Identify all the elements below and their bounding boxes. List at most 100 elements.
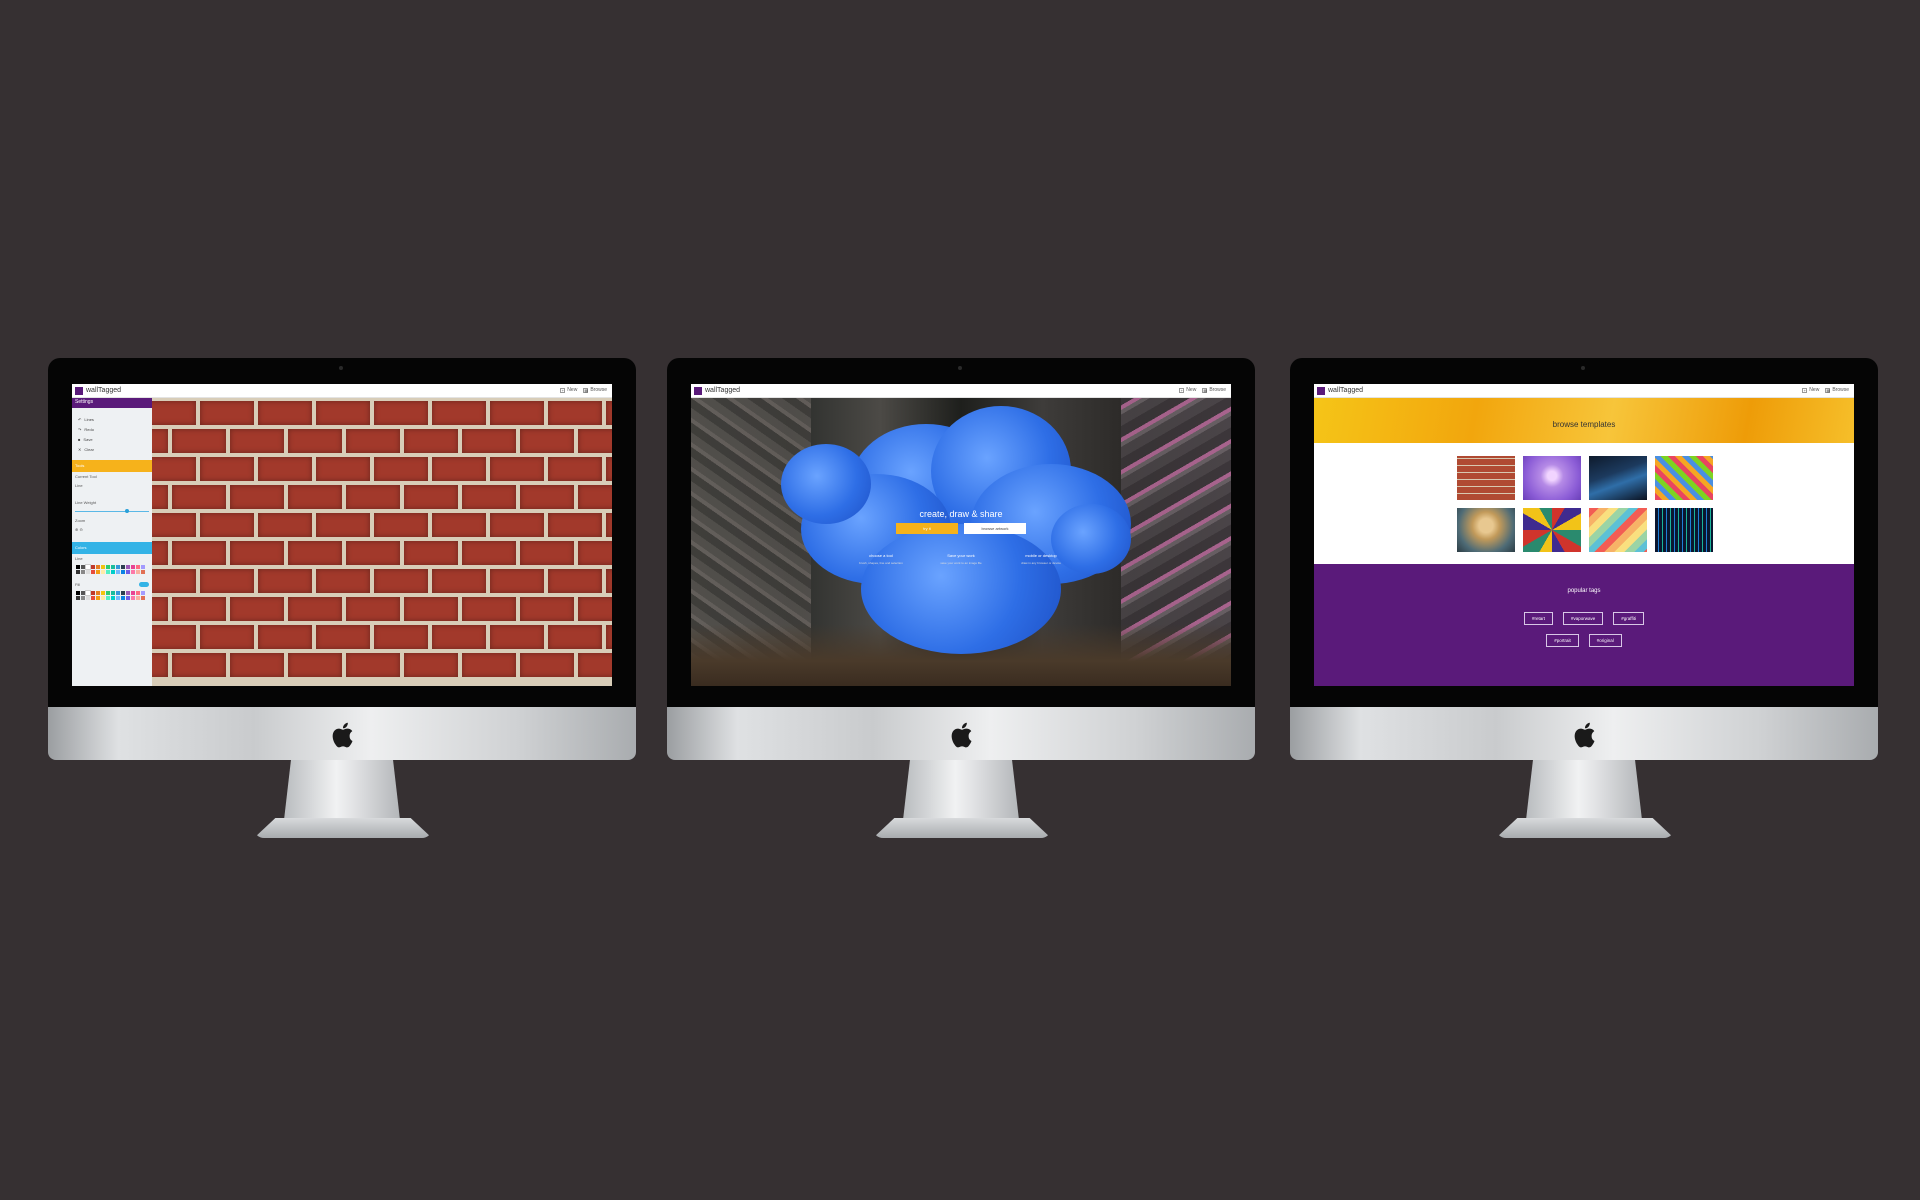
new-button[interactable]: + New (560, 387, 577, 393)
template-thumb-vapor[interactable] (1523, 456, 1585, 504)
brand[interactable]: wallTagged (75, 386, 121, 395)
tool-label: Clear (84, 446, 94, 452)
template-grid (1457, 456, 1717, 556)
template-thumb-mural[interactable] (1523, 508, 1585, 556)
template-thumb-rain[interactable] (1655, 508, 1717, 556)
template-thumb-night[interactable] (1589, 456, 1651, 504)
template-thumb-portrait[interactable] (1457, 508, 1519, 556)
tool-save[interactable]: ■ Save (72, 434, 152, 444)
try-it-button[interactable]: try it (896, 523, 958, 534)
tools-section-header: Tools (72, 460, 152, 472)
tags-title: popular tags (1567, 588, 1601, 594)
fill-color-swatches[interactable] (72, 589, 152, 602)
feature-title: mobile or desktop (1025, 553, 1057, 558)
monitor-stand (1526, 760, 1642, 820)
feature-title: choose a tool (869, 553, 893, 558)
tag-chip[interactable]: #vaporwave (1563, 612, 1604, 625)
fill-color-label: Fill (72, 580, 152, 589)
tool-redo[interactable]: ↷ Redo (72, 424, 152, 434)
browse-artwork-button[interactable]: browse artwork (964, 523, 1026, 534)
feature-title: Save your work (947, 553, 975, 558)
apple-logo-icon (951, 722, 972, 748)
screen-landing: create, draw & share try it browse artwo… (691, 384, 1231, 686)
monitor-foot (873, 818, 1051, 838)
popular-tags-section (1314, 564, 1854, 686)
settings-panel: Settings ↶ Lines ↷ Redo ■ Save ✕ Clear Tools… (72, 397, 152, 686)
hero-title: create, draw & share (919, 509, 1003, 519)
zoom-label: Zoom (75, 518, 86, 523)
current-tool-value[interactable]: Line (72, 481, 152, 490)
grid-icon: ▦ (1202, 387, 1208, 393)
browse-button[interactable]: ▦ Browse (583, 387, 607, 393)
tag-chip[interactable]: #original (1588, 634, 1622, 647)
tool-label: Redo (84, 426, 94, 432)
feature-list: choose a tool brush, shapes, line and sel… (841, 553, 1081, 565)
imac-center: create, draw & share try it browse artwo… (667, 358, 1255, 844)
plus-icon: + (560, 387, 566, 393)
new-label: New (1809, 387, 1820, 393)
monitor-foot (254, 818, 432, 838)
new-label: New (1186, 387, 1197, 393)
screen-editor: Settings ↶ Lines ↷ Redo ■ Save ✕ Clear Tools… (72, 384, 612, 686)
slider-knob[interactable] (125, 509, 129, 513)
feature-desc: draw in any browser or device (1021, 561, 1061, 565)
imac-right: browse templates popular tags #retart #v… (1290, 358, 1878, 844)
hero: create, draw & share try it browse artwo… (691, 509, 1231, 534)
monitor-foot (1496, 818, 1674, 838)
colors-section-header: Colors (72, 542, 152, 554)
tag-chip[interactable]: #portrait (1546, 634, 1579, 647)
plus-icon: + (1802, 387, 1808, 393)
template-thumb-bricks[interactable] (1457, 456, 1519, 504)
close-icon: ✕ (78, 446, 82, 452)
tag-row: #retart #vaporwave #graffiti (1314, 612, 1854, 625)
feature-item: mobile or desktop draw in any browser or … (1001, 553, 1081, 565)
new-button[interactable]: + New (1179, 387, 1196, 393)
redo-icon: ↷ (78, 426, 82, 432)
brand-logo-icon (694, 386, 702, 395)
brand-name: wallTagged (705, 387, 741, 394)
browse-label: Browse (1832, 387, 1849, 393)
line-weight-label: Line Weight (75, 500, 97, 505)
screen-templates: browse templates popular tags #retart #v… (1314, 384, 1854, 686)
grid-icon: ▦ (583, 387, 589, 393)
camera (339, 366, 343, 370)
apple-logo-icon (1574, 722, 1595, 748)
app-topbar: wallTagged + New ▦ Browse (1314, 384, 1854, 398)
browse-label: Browse (590, 387, 607, 393)
fill-toggle[interactable] (139, 582, 149, 587)
feature-desc: brush, shapes, line and selection (859, 561, 903, 565)
line-color-swatches[interactable] (72, 563, 152, 576)
tag-chip[interactable]: #retart (1524, 612, 1554, 625)
new-button[interactable]: + New (1802, 387, 1819, 393)
brick-wall-canvas[interactable] (152, 397, 612, 686)
tool-lines[interactable]: ↶ Lines (72, 414, 152, 424)
brand[interactable]: wallTagged (694, 386, 740, 395)
undo-icon: ↶ (78, 416, 82, 422)
template-thumb-graffiti[interactable] (1655, 456, 1717, 504)
feature-item: Save your work save your work to an image… (921, 553, 1001, 565)
app-topbar: wallTagged + New ▦ Browse (72, 384, 612, 398)
grid-icon: ▦ (1825, 387, 1831, 393)
zoom-controls: ⊕ ⊖ (72, 525, 152, 534)
line-weight-slider[interactable] (75, 509, 149, 513)
brand-name: wallTagged (1328, 387, 1364, 394)
tool-clear[interactable]: ✕ Clear (72, 444, 152, 454)
browse-button[interactable]: ▦ Browse (1825, 387, 1849, 393)
browse-button[interactable]: ▦ Browse (1202, 387, 1226, 393)
monitor-stand (903, 760, 1019, 820)
imac-left: Settings ↶ Lines ↷ Redo ■ Save ✕ Clear Tools… (48, 358, 636, 844)
browse-label: Browse (1209, 387, 1226, 393)
line-color-label: Line (75, 556, 83, 561)
feature-desc: save your work to an image file (940, 561, 982, 565)
top-nav: + New ▦ Browse (1179, 387, 1226, 393)
zoom-out-icon[interactable]: ⊖ (79, 527, 82, 532)
apple-logo-icon (332, 722, 353, 748)
brand[interactable]: wallTagged (1317, 386, 1363, 395)
new-label: New (567, 387, 578, 393)
zoom-in-icon[interactable]: ⊕ (75, 527, 78, 532)
top-nav: + New ▦ Browse (560, 387, 607, 393)
app-topbar: wallTagged + New ▦ Browse (691, 384, 1231, 398)
template-thumb-stripes[interactable] (1589, 508, 1651, 556)
brand-logo-icon (1317, 386, 1325, 395)
tag-chip[interactable]: #graffiti (1613, 612, 1644, 625)
